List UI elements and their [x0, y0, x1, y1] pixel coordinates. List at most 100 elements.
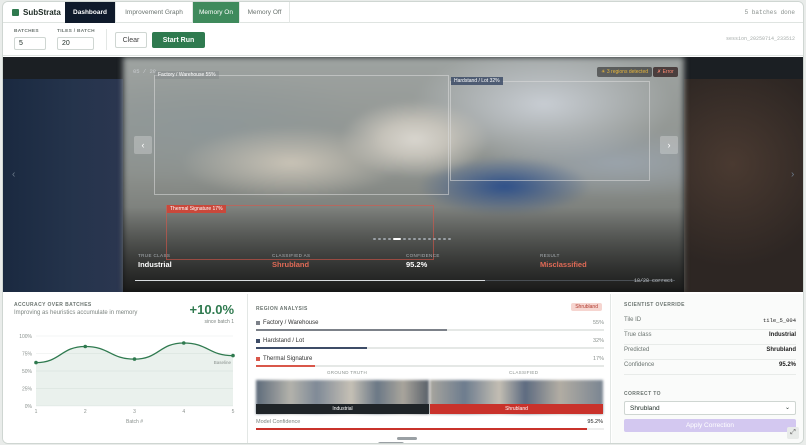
- session-id: session_20250714_233512: [725, 36, 795, 42]
- tab-dashboard[interactable]: Dashboard: [65, 2, 116, 23]
- baseline-label: Baseline: [214, 360, 232, 365]
- tile-pagination-dots[interactable]: [373, 238, 451, 240]
- apply-correction-button[interactable]: Apply Correction: [624, 419, 796, 432]
- page-dot[interactable]: [443, 238, 446, 240]
- expand-icon[interactable]: ⤢: [787, 427, 799, 439]
- tile-id-row: Tile ID tile_5_004: [624, 314, 796, 330]
- next-tile-preview[interactable]: [684, 79, 803, 292]
- error-chip: ✗ Error: [653, 67, 678, 77]
- page-dot[interactable]: [418, 238, 421, 240]
- correct-to-select[interactable]: Shrubland ⌄: [624, 401, 796, 415]
- y-tick-label: 25%: [22, 387, 33, 393]
- page-dot[interactable]: [413, 238, 416, 240]
- divider: [106, 29, 107, 50]
- region-name: Thermal Signature: [263, 356, 313, 362]
- start-run-button[interactable]: Start Run: [152, 32, 205, 48]
- region-label-hardstand: Hardstand / Lot 32%: [451, 77, 503, 85]
- chevron-down-icon: ⌄: [784, 405, 790, 411]
- classified-caption: Shrubland: [430, 404, 603, 414]
- x-axis-label: Batch #: [126, 419, 143, 425]
- legend-swatch: [256, 339, 260, 343]
- true-class-label: TRUE CLASS: [138, 253, 171, 258]
- region-analysis-title: REGION ANALYSIS: [256, 306, 308, 312]
- page-dot[interactable]: [423, 238, 426, 240]
- legend-swatch: [256, 357, 260, 361]
- scroll-handle[interactable]: [397, 437, 417, 440]
- tile-counter: 05 / 20: [133, 68, 157, 75]
- chevron-right-icon: ›: [667, 140, 671, 150]
- clear-button[interactable]: Clear: [115, 32, 147, 48]
- x-tick-label: 4: [182, 409, 185, 415]
- page-dot[interactable]: [373, 238, 376, 240]
- batches-input[interactable]: 5: [14, 37, 46, 50]
- true-class-row: True class Industrial: [624, 329, 796, 345]
- y-tick-label: 100%: [19, 334, 32, 340]
- x-tick-label: 3: [133, 409, 136, 415]
- tiles-per-batch-label: TILES / BATCH: [57, 29, 95, 34]
- batches-done-status: 5 batches done: [744, 8, 795, 16]
- result-label: RESULT: [540, 253, 560, 258]
- prev-tile-preview[interactable]: [3, 79, 123, 292]
- result-value: Misclassified: [540, 260, 587, 269]
- y-tick-label: 75%: [22, 352, 33, 358]
- region-box-thermal: [166, 205, 434, 260]
- scroll-handle[interactable]: [378, 442, 404, 443]
- page-dot-active[interactable]: [393, 238, 401, 240]
- tiles-per-batch-input[interactable]: 20: [57, 37, 94, 50]
- ground-truth-label: GROUND TRUTH: [327, 370, 368, 375]
- chevron-left-icon: ‹: [12, 169, 16, 180]
- data-point: [83, 344, 88, 349]
- x-tick-label: 5: [232, 409, 235, 415]
- y-tick-label: 0%: [25, 404, 33, 410]
- page-dot[interactable]: [448, 238, 451, 240]
- model-confidence-value: 95.2%: [587, 419, 603, 425]
- brand: SubStrata: [3, 2, 65, 22]
- classified-as-label: CLASSIFIED AS: [272, 253, 311, 258]
- page-dot[interactable]: [438, 238, 441, 240]
- region-pct: 55%: [592, 320, 604, 326]
- region-analysis-panel: REGION ANALYSIS Shrubland Factory / Ware…: [249, 294, 611, 443]
- page-dot[interactable]: [403, 238, 406, 240]
- accuracy-chart: 100% 75% 50% 25% 0%1 2 3 4 5 Batch # Baseline: [19, 334, 235, 425]
- tab-memory-off[interactable]: Memory Off: [240, 2, 290, 23]
- top-nav: SubStrata Dashboard Improvement Graph Me…: [3, 2, 803, 23]
- chevron-right-icon: ›: [791, 169, 795, 180]
- region-bar-fill: [256, 365, 316, 367]
- page-dot[interactable]: [378, 238, 381, 240]
- next-tile-button[interactable]: ›: [660, 136, 678, 154]
- scientist-override-panel: SCIENTIST OVERRIDE Tile ID tile_5_004 Tr…: [612, 294, 803, 443]
- tab-improvement-graph[interactable]: Improvement Graph: [116, 2, 193, 23]
- tile-id-key: Tile ID: [624, 317, 642, 323]
- page-dot[interactable]: [408, 238, 411, 240]
- page-dot[interactable]: [433, 238, 436, 240]
- control-bar: BATCHES 5 TILES / BATCH 20 Clear Start R…: [3, 23, 803, 56]
- layers-icon: [12, 8, 19, 16]
- prev-tile-button[interactable]: ‹: [134, 136, 152, 154]
- batches-label: BATCHES: [14, 29, 39, 34]
- region-label-thermal: Thermal Signature 17%: [167, 205, 226, 213]
- classified-as-value: Shrubland: [272, 260, 310, 269]
- data-point: [34, 360, 38, 365]
- true-class-value: Industrial: [138, 260, 172, 269]
- model-confidence-fill: [256, 428, 588, 430]
- select-value: Shrubland: [630, 405, 660, 412]
- predicted-key: Predicted: [624, 347, 650, 353]
- data-point: [231, 353, 235, 358]
- model-confidence-label: Model Confidence: [256, 419, 301, 425]
- region-label-factory: Factory / Warehouse 55%: [155, 71, 219, 79]
- y-tick-label: 50%: [22, 369, 33, 375]
- page-dot[interactable]: [388, 238, 391, 240]
- x-tick-label: 2: [84, 409, 87, 415]
- page-dot[interactable]: [383, 238, 386, 240]
- tile-viewer: ‹ › 05 / 20 Factory / Warehouse 55% Hard…: [3, 57, 803, 292]
- data-point: [132, 357, 137, 361]
- confidence-key: Confidence: [624, 362, 655, 368]
- tab-memory-on[interactable]: Memory On: [193, 2, 240, 23]
- accuracy-panel: ACCURACY OVER BATCHES Improving as heuri…: [3, 294, 248, 443]
- region-name: Hardstand / Lot: [263, 338, 305, 344]
- page-dot[interactable]: [428, 238, 431, 240]
- confidence-row: Confidence 95.2%: [624, 359, 796, 375]
- region-name: Factory / Warehouse: [263, 320, 319, 326]
- tile-id-value: tile_5_004: [762, 317, 796, 324]
- run-progress-fill: [135, 280, 485, 281]
